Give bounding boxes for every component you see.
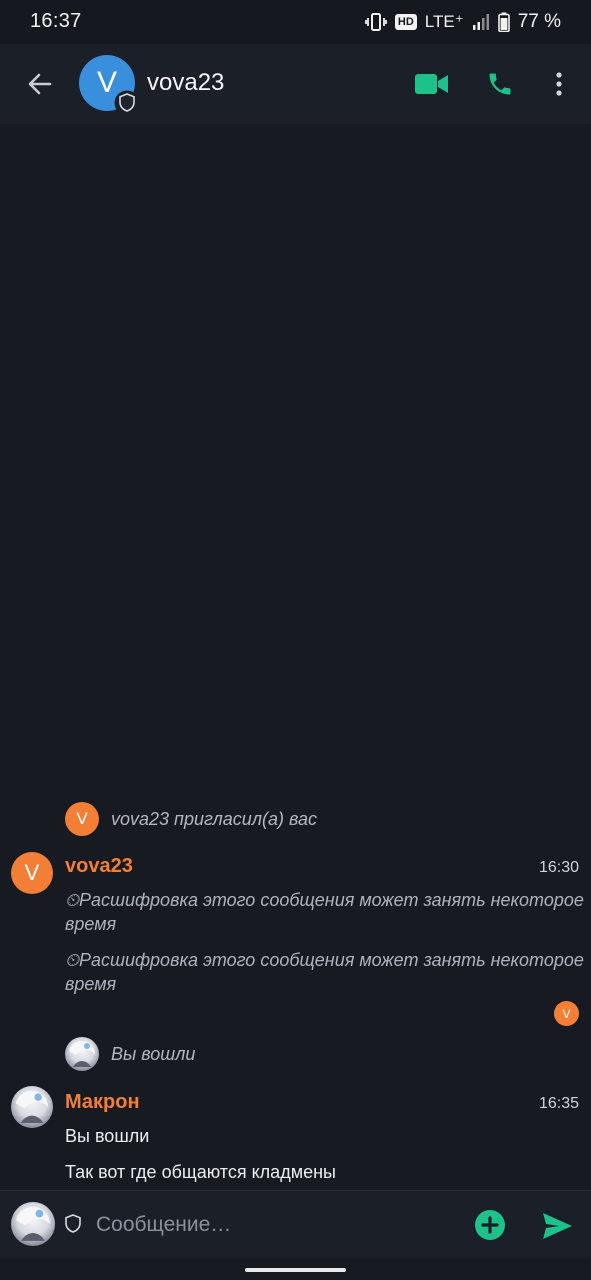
network-type: LTE⁺ <box>424 12 464 31</box>
status-icons: HD LTE⁺ 77 % <box>365 10 561 34</box>
sender-avatar[interactable]: V <box>11 852 53 894</box>
own-avatar[interactable] <box>11 1202 55 1246</box>
user-avatar[interactable] <box>65 1037 99 1071</box>
vibrate-icon <box>365 13 387 31</box>
message-text[interactable]: Так вот где общаются кладмены <box>65 1160 585 1184</box>
chat-timeline[interactable]: V vova23 пригласил(а) вас V vova23 16:30… <box>0 124 591 1190</box>
system-nav-bar <box>0 1258 591 1280</box>
more-options-button[interactable] <box>546 64 572 104</box>
add-circle-icon[interactable] <box>474 1209 506 1241</box>
invite-event-text: vova23 пригласил(а) вас <box>111 808 317 829</box>
chat-title[interactable]: vova23 <box>147 69 224 97</box>
chat-header: V vova23 <box>0 44 591 124</box>
avatar-image <box>16 1206 50 1241</box>
avatar-image <box>15 1090 49 1124</box>
home-gesture-pill[interactable] <box>245 1268 346 1272</box>
battery-level: 77 % <box>517 11 561 32</box>
joined-event: Вы вошли <box>65 1037 195 1071</box>
video-call-button[interactable] <box>410 64 454 104</box>
back-arrow-icon[interactable] <box>22 66 58 102</box>
message-input[interactable] <box>96 1209 456 1241</box>
send-icon[interactable] <box>540 1209 574 1243</box>
read-receipt-avatar[interactable]: V <box>554 1001 579 1026</box>
more-vert-icon <box>556 72 562 96</box>
sender-name[interactable]: vova23 <box>65 855 133 878</box>
phone-icon <box>489 73 511 95</box>
sender-name[interactable]: Макрон <box>65 1091 140 1114</box>
invite-event: V vova23 пригласил(а) вас <box>65 802 317 836</box>
message-composer <box>0 1190 591 1258</box>
shield-icon[interactable] <box>62 1213 84 1235</box>
joined-event-text: Вы вошли <box>111 1043 196 1064</box>
status-bar: 16:37 HD LTE⁺ 77 % <box>0 0 591 44</box>
inviter-avatar[interactable]: V <box>65 802 99 836</box>
video-call-icon <box>415 74 448 94</box>
message-text[interactable]: Вы вошли <box>65 1124 585 1148</box>
encrypted-message[interactable]: ⏲Расшифровка этого сообщения может занят… <box>65 888 585 936</box>
battery-icon <box>497 12 510 32</box>
status-time: 16:37 <box>30 10 82 32</box>
signal-icon <box>472 14 489 30</box>
encrypted-message[interactable]: ⏲Расшифровка этого сообщения может занят… <box>65 948 585 996</box>
sender-avatar[interactable] <box>11 1086 53 1128</box>
voice-call-button[interactable] <box>480 64 520 104</box>
avatar-image <box>69 1040 95 1067</box>
shield-icon <box>114 90 140 116</box>
message-timestamp: 16:30 <box>538 859 579 876</box>
hd-badge: HD <box>394 14 417 30</box>
message-timestamp: 16:35 <box>538 1095 579 1112</box>
